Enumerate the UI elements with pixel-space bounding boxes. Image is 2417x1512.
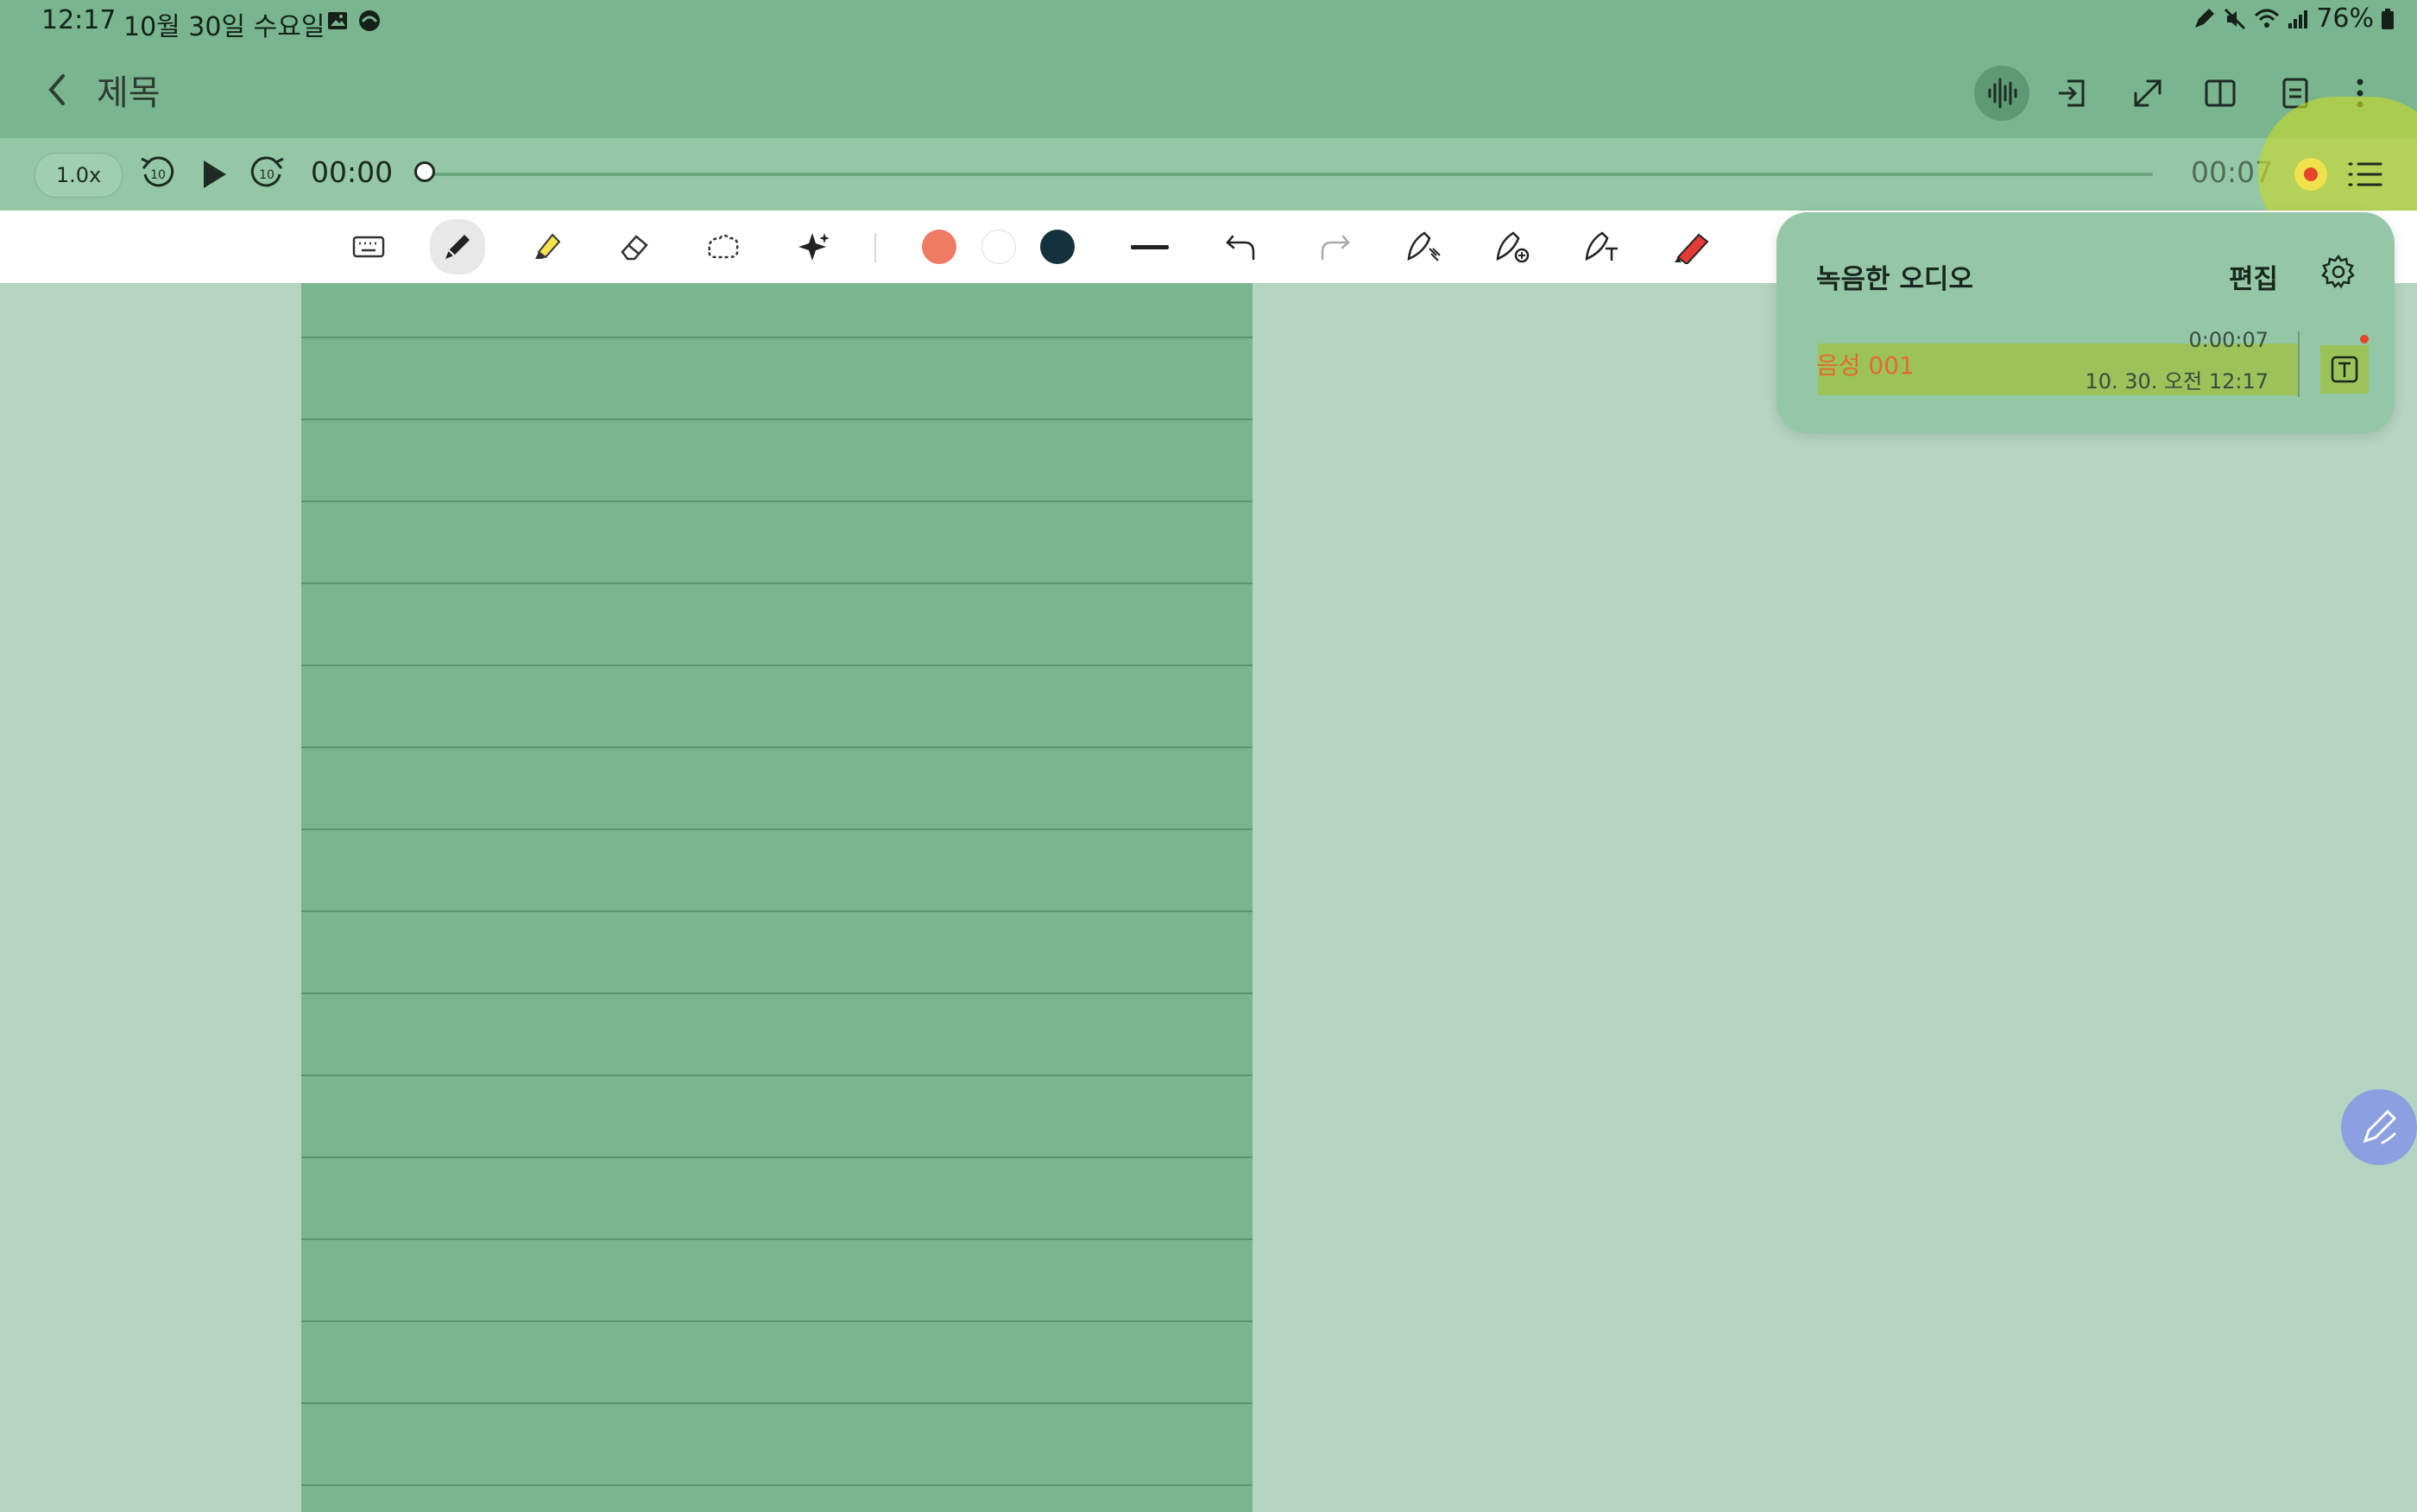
floating-pen-icon[interactable] — [2341, 1089, 2417, 1165]
status-date: 10월 30일 수요일 — [123, 12, 325, 42]
gallery-notification-icon — [326, 9, 349, 32]
ai-assist-icon[interactable] — [790, 223, 838, 271]
color-swatch-white[interactable] — [981, 230, 1016, 264]
pen-style-icon[interactable] — [1400, 223, 1448, 271]
recording-name[interactable]: 음성 001 — [1816, 347, 1915, 381]
playback-speed-button[interactable]: 1.0x — [35, 153, 123, 198]
insert-icon[interactable] — [2045, 66, 2100, 121]
keyboard-icon[interactable] — [344, 223, 393, 271]
transcript-icon[interactable] — [2320, 345, 2369, 394]
toolbar-divider — [874, 233, 876, 262]
rewind-10-icon[interactable]: 10 — [138, 154, 178, 193]
stroke-width-icon[interactable] — [1126, 223, 1174, 271]
recorded-audio-popup: 녹음한 오디오 편집 음성 001 0:00:07 10. 30. 오전 12:… — [1776, 212, 2395, 433]
battery-level: 76% — [2316, 3, 2374, 34]
mute-icon — [2223, 7, 2247, 31]
book-view-icon[interactable] — [2193, 66, 2248, 121]
new-badge-dot — [2360, 335, 2369, 343]
back-icon[interactable] — [35, 67, 79, 112]
expand-icon[interactable] — [2120, 66, 2175, 121]
highlighter-icon[interactable] — [523, 223, 571, 271]
pen-red-icon[interactable] — [1668, 223, 1716, 271]
eraser-icon[interactable] — [610, 223, 659, 271]
status-bar: 12:17 10월 30일 수요일 76% — [0, 0, 2417, 43]
signal-icon — [2287, 8, 2309, 30]
recording-duration: 0:00:07 — [2188, 328, 2269, 352]
row-divider — [2298, 331, 2300, 397]
forward-10-icon[interactable]: 10 — [247, 154, 287, 193]
play-icon[interactable] — [197, 155, 231, 193]
playback-progress-track[interactable] — [426, 173, 2153, 176]
forward-seconds: 10 — [259, 168, 275, 182]
status-time: 12:17 — [41, 5, 117, 35]
app-notification-icon — [356, 8, 383, 34]
playback-bar: 1.0x 10 10 00:00 00:07 — [0, 138, 2417, 211]
app-bar: 제목 — [0, 43, 2417, 138]
record-icon[interactable] — [2294, 158, 2327, 191]
battery-icon — [2381, 8, 2395, 30]
pen-status-icon — [2192, 7, 2216, 31]
settings-gear-icon[interactable] — [2320, 254, 2357, 290]
recordings-list-icon[interactable] — [2343, 152, 2388, 197]
undo-icon[interactable] — [1217, 223, 1265, 271]
voice-waveform-icon[interactable] — [1974, 66, 2029, 121]
recording-date: 10. 30. 오전 12:17 — [2085, 369, 2269, 394]
popup-title: 녹음한 오디오 — [1816, 264, 1973, 295]
wifi-icon — [2254, 7, 2280, 31]
edit-button[interactable]: 편집 — [2229, 257, 2278, 296]
lasso-icon[interactable] — [699, 223, 748, 271]
elapsed-time: 00:00 — [311, 155, 394, 189]
rewind-seconds: 10 — [150, 168, 166, 182]
color-swatch-coral[interactable] — [922, 230, 956, 264]
status-icons: 76% — [2192, 3, 2395, 34]
pen-add-icon[interactable] — [1489, 223, 1537, 271]
pen-text-icon[interactable] — [1578, 223, 1626, 271]
note-page-canvas[interactable] — [301, 283, 1253, 1512]
pen-icon[interactable] — [430, 219, 485, 274]
color-swatch-navy[interactable] — [1040, 230, 1075, 264]
redo-icon[interactable] — [1310, 223, 1359, 271]
playback-scrubber-handle[interactable] — [414, 161, 435, 182]
note-title[interactable]: 제목 — [97, 65, 161, 115]
